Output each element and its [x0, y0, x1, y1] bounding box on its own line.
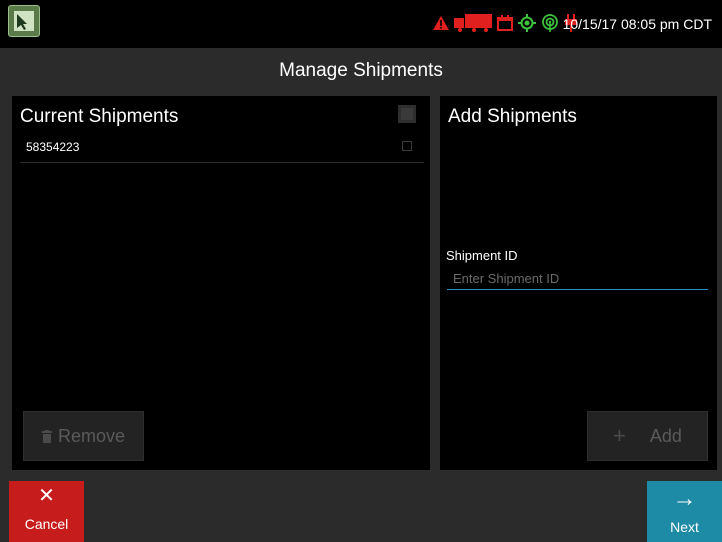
- gps-icon: [518, 14, 536, 32]
- truck-icon: [454, 14, 492, 32]
- status-clock: 10/15/17 08:05 pm CDT: [562, 16, 712, 32]
- add-shipments-panel: Add Shipments Shipment ID + Add: [440, 96, 717, 470]
- bottom-bar: [0, 479, 722, 542]
- trash-icon: [41, 429, 52, 443]
- signal-icon: [542, 14, 558, 32]
- select-all-checkbox[interactable]: [398, 105, 416, 123]
- close-icon: ✕: [38, 485, 55, 507]
- current-shipments-title: Current Shipments: [20, 106, 179, 127]
- app-logo-icon: [14, 11, 34, 31]
- add-button-label: Add: [649, 425, 682, 446]
- status-icons: [433, 13, 578, 33]
- shipment-id-input[interactable]: [447, 268, 708, 290]
- warning-icon: [433, 16, 449, 30]
- next-button[interactable]: → Next: [647, 481, 722, 542]
- shipment-id: 58354223: [26, 140, 80, 154]
- next-button-label: Next: [670, 519, 699, 535]
- shipment-row[interactable]: 58354223: [20, 136, 424, 163]
- page-title: Manage Shipments: [0, 48, 722, 93]
- remove-button[interactable]: Remove: [23, 411, 144, 461]
- app-icon[interactable]: [8, 5, 40, 37]
- arrow-right-icon: →: [672, 485, 697, 512]
- shipment-row-checkbox[interactable]: [402, 141, 412, 151]
- cancel-button[interactable]: ✕ Cancel: [9, 481, 84, 542]
- add-shipments-title: Add Shipments: [448, 106, 577, 127]
- current-shipments-panel: Current Shipments 58354223 Remove: [12, 96, 430, 470]
- status-bar: 10/15/17 08:05 pm CDT: [0, 0, 722, 48]
- plus-icon: +: [613, 423, 626, 448]
- shipment-id-label: Shipment ID: [446, 248, 518, 263]
- cancel-button-label: Cancel: [24, 516, 69, 532]
- add-button[interactable]: + Add: [587, 411, 708, 461]
- calendar-icon: [497, 15, 513, 31]
- remove-button-label: Remove: [57, 425, 126, 446]
